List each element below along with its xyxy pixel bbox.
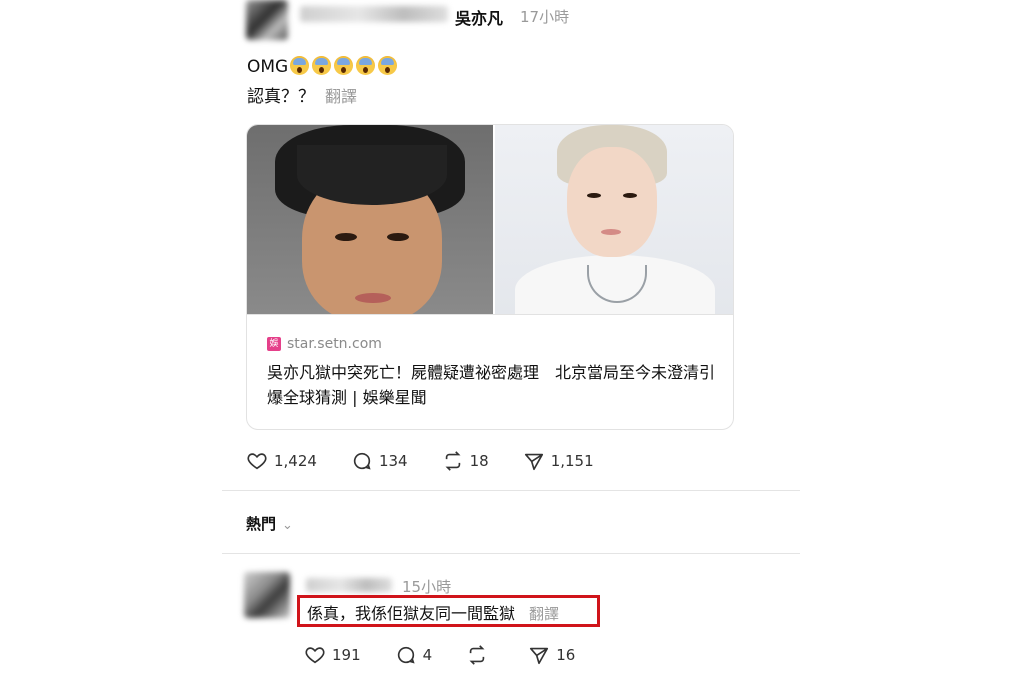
repost-button[interactable]: 18 — [442, 450, 489, 472]
link-title: 吳亦凡獄中突死亡！屍體疑遭祕密處理 北京當局至今未澄清引爆全球猜測 | 娛樂星聞 — [267, 363, 716, 407]
comment-icon — [353, 452, 371, 470]
scream-emoji-icon — [378, 56, 398, 75]
send-icon — [530, 647, 549, 665]
link-domain: star.setn.com — [287, 336, 382, 352]
like-count: 1,424 — [274, 452, 317, 470]
reply-comment-count: 4 — [422, 646, 433, 664]
scream-emoji-icon — [312, 56, 332, 75]
repost-icon — [445, 451, 461, 471]
reply-comment-button[interactable]: 4 — [395, 644, 433, 666]
repost-icon — [469, 645, 485, 665]
send-icon — [524, 453, 543, 471]
comment-count: 134 — [378, 452, 408, 470]
scream-emoji-icon — [356, 56, 376, 75]
scream-emoji-icon — [290, 56, 310, 75]
reply-timestamp: 15小時 — [402, 578, 452, 596]
post-text-question: 認真？？ — [247, 87, 315, 107]
link-preview-body: 娛 star.setn.com 吳亦凡獄中突死亡！屍體疑遭祕密處理 北京當局至今… — [247, 314, 733, 429]
post-author-name[interactable]: 吳亦凡 — [455, 5, 503, 29]
sort-label: 熱門 — [246, 515, 277, 533]
reply-translate-link[interactable]: 翻譯 — [529, 605, 559, 623]
link-preview-image-right — [495, 125, 733, 314]
chevron-down-icon: ⌄ — [282, 518, 293, 533]
divider — [222, 490, 800, 491]
scream-emoji-icon — [334, 56, 354, 75]
like-button[interactable]: 1,424 — [246, 450, 317, 472]
reply-text-content: 係真，我係佢獄友同一間監獄 — [307, 604, 516, 623]
share-button[interactable]: 1,151 — [523, 450, 594, 472]
post-author-handle-redacted — [300, 6, 448, 22]
scream-emoji-row — [290, 56, 398, 75]
post-text-line-1: OMG — [247, 56, 398, 77]
post-timestamp: 17小時 — [520, 8, 570, 26]
post-text-line-2: 認真？？ 翻譯 — [247, 82, 357, 107]
reply-text: 係真，我係佢獄友同一間監獄 翻譯 — [307, 600, 559, 624]
reply-like-button[interactable]: 191 — [304, 644, 361, 666]
repost-count: 18 — [469, 452, 489, 470]
heart-icon — [305, 647, 325, 664]
heart-icon — [247, 453, 267, 470]
share-count: 1,151 — [550, 452, 594, 470]
link-preview-card[interactable]: 娛 star.setn.com 吳亦凡獄中突死亡！屍體疑遭祕密處理 北京當局至今… — [246, 124, 734, 430]
post-author-avatar[interactable] — [246, 0, 288, 40]
reply-share-count: 16 — [556, 646, 576, 664]
comment-icon — [397, 646, 415, 664]
post-action-bar: 1,424 134 18 1,151 — [246, 450, 628, 472]
reply-repost-button[interactable] — [466, 644, 494, 666]
reply-author-avatar[interactable] — [244, 572, 290, 618]
reply-action-bar: 191 4 16 — [304, 644, 609, 666]
site-favicon-icon: 娛 — [267, 337, 281, 351]
link-preview-image-left — [247, 125, 493, 314]
comment-button[interactable]: 134 — [351, 450, 408, 472]
reply-author-handle-redacted — [306, 578, 392, 592]
reply-like-count: 191 — [332, 646, 361, 664]
divider — [222, 553, 800, 554]
link-domain-row: 娛 star.setn.com — [267, 336, 382, 352]
post-text-omg: OMG — [247, 57, 289, 77]
reply-share-button[interactable]: 16 — [528, 644, 575, 666]
translate-link[interactable]: 翻譯 — [325, 87, 357, 106]
sort-dropdown[interactable]: 熱門 ⌄ — [246, 513, 293, 534]
